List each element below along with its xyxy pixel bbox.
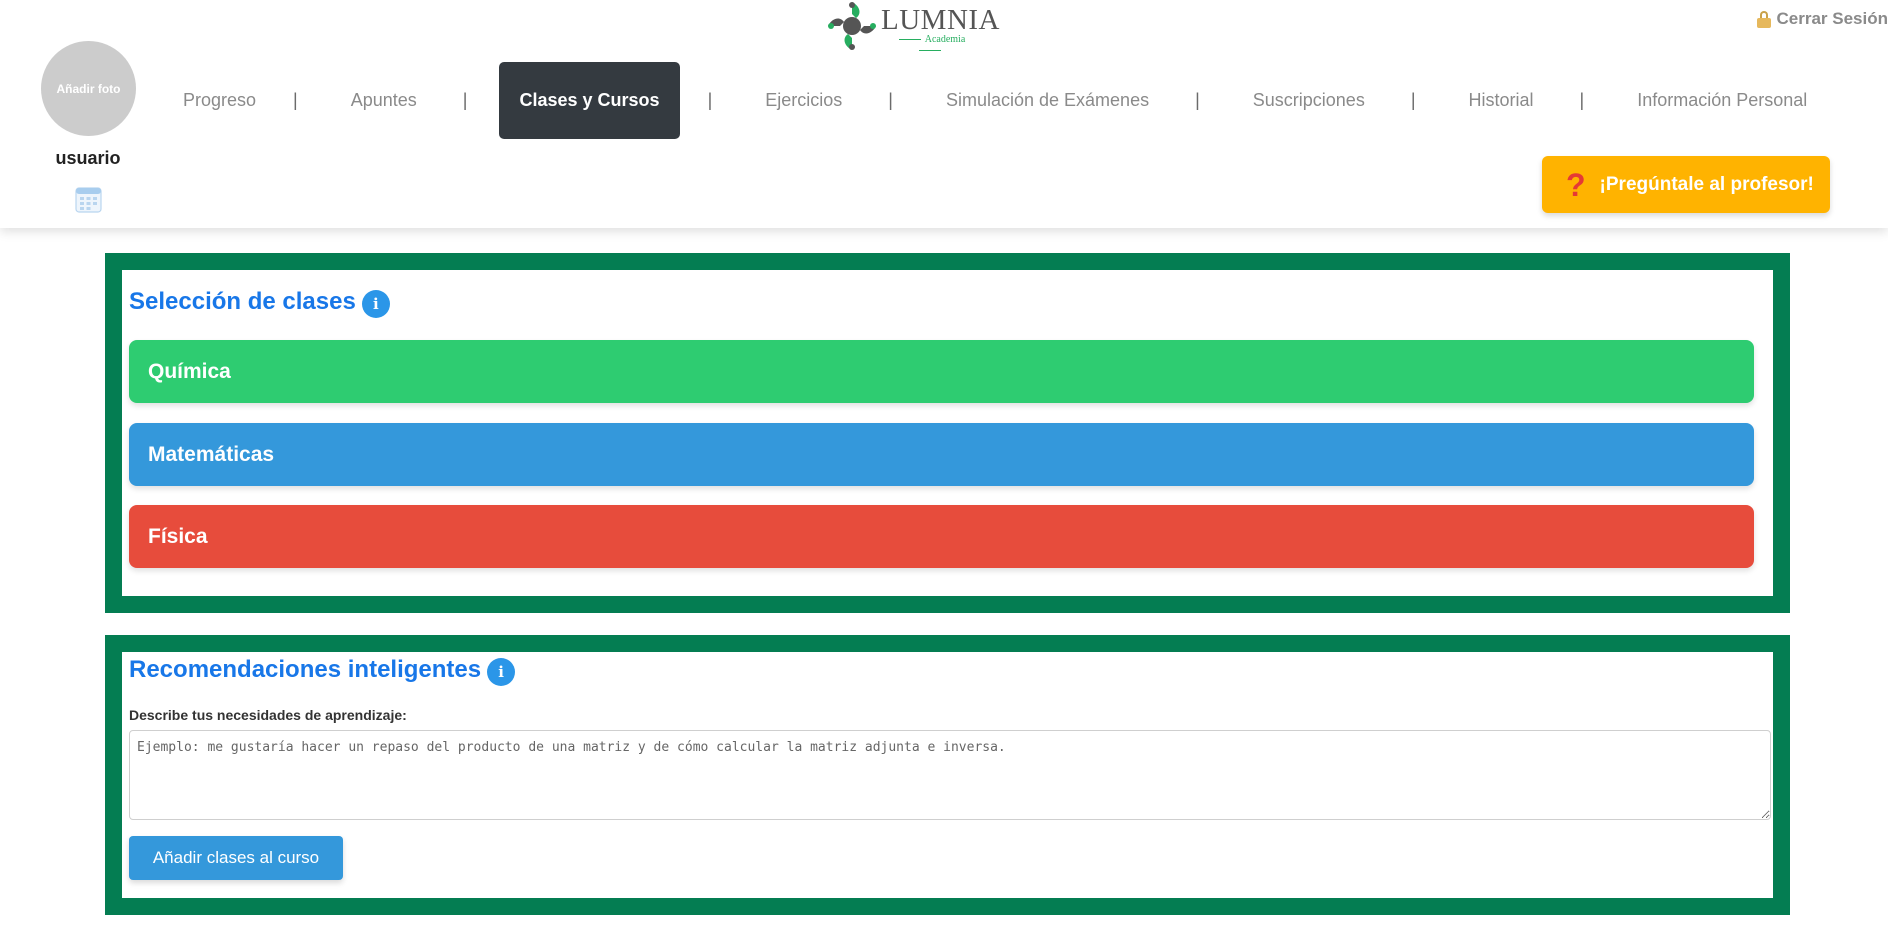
calendar-icon[interactable] xyxy=(75,185,102,213)
ask-teacher-button[interactable]: ? ¡Pregúntale al profesor! xyxy=(1542,156,1830,213)
needs-field-label: Describe tus necesidades de aprendizaje: xyxy=(129,707,407,723)
class-selection-heading: Selección de clases xyxy=(129,288,356,315)
info-icon[interactable]: i xyxy=(361,290,390,318)
class-selection-panel: Selección de clases i Química Matemática… xyxy=(105,253,1790,613)
nav-item-simulacion-examenes[interactable]: Simulación de Exámenes xyxy=(946,90,1149,111)
class-item-label: Física xyxy=(148,524,208,548)
recommendations-heading: Recomendaciones inteligentes xyxy=(129,656,482,683)
brand-subtitle: Academia xyxy=(881,34,979,56)
add-classes-button[interactable]: Añadir clases al curso xyxy=(129,836,343,880)
logout-link[interactable]: Cerrar Sesión xyxy=(1756,8,1888,30)
question-icon: ? xyxy=(1566,166,1586,203)
nav-separator: | xyxy=(1579,90,1585,110)
nav-item-ejercicios[interactable]: Ejercicios xyxy=(765,90,842,111)
class-item-label: Matemáticas xyxy=(148,442,275,466)
brand-logo[interactable]: LUMNIA Academia xyxy=(826,0,1000,50)
brand-name: LUMNIA xyxy=(881,4,1000,36)
logout-label: Cerrar Sesión xyxy=(1776,9,1888,28)
lock-icon xyxy=(1756,10,1771,28)
nav-separator: | xyxy=(888,90,893,110)
info-icon[interactable]: i xyxy=(487,658,516,686)
nav-item-historial[interactable]: Historial xyxy=(1469,90,1534,111)
username: usuario xyxy=(55,148,121,168)
nav-separator: | xyxy=(1195,90,1200,110)
nav-item-informacion-personal[interactable]: Información Personal xyxy=(1637,90,1807,111)
nav-item-progreso[interactable]: Progreso xyxy=(183,90,256,111)
nav-item-clases-y-cursos[interactable]: Clases y Cursos xyxy=(499,62,680,139)
class-selection-title: Selección de clases i xyxy=(129,286,390,318)
nav-item-suscripciones[interactable]: Suscripciones xyxy=(1253,90,1365,111)
nav-separator: | xyxy=(462,90,468,110)
learning-needs-input[interactable] xyxy=(129,730,1771,820)
avatar-label: Añadir foto xyxy=(56,81,121,96)
main-nav: Progreso | Apuntes | Clases y Cursos | E… xyxy=(183,62,1807,139)
ask-teacher-label: ¡Pregúntale al profesor! xyxy=(1599,173,1814,195)
recommendations-title: Recomendaciones inteligentes i xyxy=(129,654,516,686)
logo-emblem-icon xyxy=(828,2,876,50)
class-item-quimica[interactable]: Química xyxy=(129,340,1754,403)
nav-separator: | xyxy=(293,90,298,110)
class-item-matematicas[interactable]: Matemáticas xyxy=(129,423,1754,486)
top-header: LUMNIA Academia Cerrar Sesión Añadir fot… xyxy=(0,0,1888,228)
nav-separator: | xyxy=(707,90,713,110)
nav-item-apuntes[interactable]: Apuntes xyxy=(351,90,417,111)
avatar[interactable]: Añadir foto xyxy=(41,41,136,136)
nav-separator: | xyxy=(1410,90,1416,110)
class-item-label: Química xyxy=(148,359,231,383)
recommendations-panel: Recomendaciones inteligentes i Describe … xyxy=(105,635,1790,915)
class-item-fisica[interactable]: Física xyxy=(129,505,1754,568)
